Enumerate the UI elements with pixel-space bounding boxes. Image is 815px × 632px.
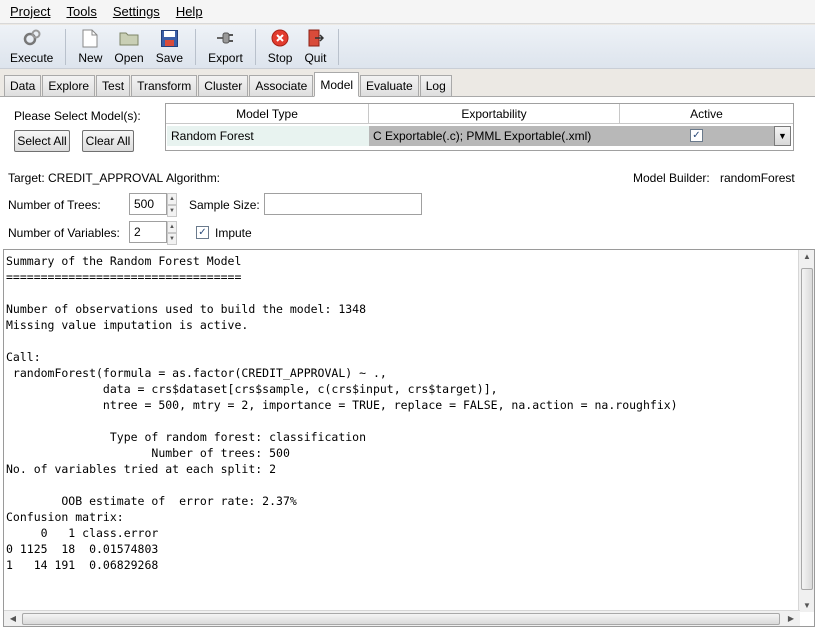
num-variables-stepper[interactable]: ▲ ▼ <box>167 221 177 245</box>
chevron-up-icon[interactable]: ▲ <box>167 221 177 233</box>
tab-model[interactable]: Model <box>314 72 360 97</box>
toolbar: Execute New Open Save Export Stop Quit <box>0 25 815 69</box>
chevron-down-icon[interactable]: ▼ <box>167 233 177 245</box>
menu-tools[interactable]: Tools <box>58 0 104 24</box>
impute-checkbox[interactable]: ✓ <box>196 226 209 239</box>
horizontal-scroll-thumb[interactable] <box>22 613 780 625</box>
tab-transform[interactable]: Transform <box>131 75 198 96</box>
open-button[interactable]: Open <box>108 25 149 67</box>
impute-label: Impute <box>215 226 252 240</box>
toolbar-separator <box>65 29 67 65</box>
quit-label: Quit <box>304 51 327 65</box>
sample-size-input[interactable] <box>264 193 422 215</box>
tab-associate[interactable]: Associate <box>249 75 314 96</box>
select-models-label: Please Select Model(s): <box>14 109 141 123</box>
vertical-scrollbar[interactable]: ▲ ▼ <box>798 250 814 612</box>
export-button[interactable]: Export <box>202 25 249 67</box>
exit-door-icon <box>305 28 325 48</box>
stop-button[interactable]: Stop <box>262 25 299 67</box>
scroll-left-icon[interactable]: ◀ <box>6 614 20 623</box>
num-trees-label: Number of Trees: <box>8 198 101 212</box>
tab-cluster[interactable]: Cluster <box>198 75 249 96</box>
header-active[interactable]: Active <box>620 104 793 123</box>
model-builder-label: Model Builder: <box>633 171 710 185</box>
cell-model-type[interactable]: Random Forest <box>167 126 369 146</box>
algorithm-label: Algorithm: <box>166 171 221 185</box>
menu-project[interactable]: Project <box>2 0 58 24</box>
new-file-icon <box>80 28 100 48</box>
horizontal-scrollbar[interactable]: ◀ ▶ <box>4 610 800 626</box>
scroll-right-icon[interactable]: ▶ <box>784 614 798 623</box>
target-label: Target: CREDIT_APPROVAL <box>8 171 164 185</box>
vertical-scroll-thumb[interactable] <box>801 268 813 590</box>
cell-exportability[interactable]: C Exportable(.c); PMML Exportable(.xml) <box>369 126 619 146</box>
header-model-type[interactable]: Model Type <box>166 104 369 123</box>
select-all-button[interactable]: Select All <box>14 130 70 152</box>
cell-active[interactable]: ✓ <box>619 126 774 146</box>
chevron-up-icon[interactable]: ▲ <box>167 193 177 205</box>
scroll-up-icon[interactable]: ▲ <box>800 252 814 261</box>
folder-icon <box>119 28 139 48</box>
model-panel: Please Select Model(s): Select All Clear… <box>0 97 815 632</box>
tab-explore[interactable]: Explore <box>42 75 96 96</box>
active-checkbox[interactable]: ✓ <box>690 129 703 142</box>
sample-size-label: Sample Size: <box>189 198 260 212</box>
new-label: New <box>78 51 103 65</box>
open-label: Open <box>114 51 144 65</box>
plug-icon <box>215 28 235 48</box>
menu-bar: Project Tools Settings Help <box>0 0 815 24</box>
menu-settings[interactable]: Settings <box>105 0 168 24</box>
model-builder-value: randomForest <box>720 171 795 185</box>
save-label: Save <box>155 51 184 65</box>
menu-help[interactable]: Help <box>168 0 211 24</box>
num-trees-stepper[interactable]: ▲ ▼ <box>167 193 177 217</box>
floppy-disk-icon <box>159 28 179 48</box>
num-variables-input[interactable]: 2 <box>129 221 167 243</box>
toolbar-separator <box>338 29 340 65</box>
header-exportability[interactable]: Exportability <box>369 104 620 123</box>
table-row[interactable]: Random Forest C Exportable(.c); PMML Exp… <box>166 126 793 146</box>
model-table: Model Type Exportability Active Random F… <box>165 103 794 151</box>
tab-log[interactable]: Log <box>419 75 452 96</box>
num-variables-label: Number of Variables: <box>8 226 120 240</box>
stop-label: Stop <box>267 51 293 65</box>
model-output-textview[interactable]: Summary of the Random Forest Model =====… <box>3 249 815 627</box>
quit-button[interactable]: Quit <box>298 25 332 67</box>
new-button[interactable]: New <box>72 25 108 67</box>
stop-icon <box>270 28 290 48</box>
dropdown-arrow-icon[interactable]: ▼ <box>774 126 791 146</box>
toolbar-separator <box>195 29 197 65</box>
tab-test[interactable]: Test <box>96 75 131 96</box>
tab-data[interactable]: Data <box>4 75 42 96</box>
tab-evaluate[interactable]: Evaluate <box>360 75 419 96</box>
toolbar-separator <box>254 29 256 65</box>
save-button[interactable]: Save <box>150 25 189 67</box>
execute-label: Execute <box>10 51 54 65</box>
execute-button[interactable]: Execute <box>4 25 59 67</box>
chevron-down-icon[interactable]: ▼ <box>167 205 177 217</box>
model-summary-text: Summary of the Random Forest Model =====… <box>6 254 678 572</box>
tab-bar: Data Explore Test Transform Cluster Asso… <box>0 72 815 97</box>
clear-all-button[interactable]: Clear All <box>82 130 134 152</box>
table-header: Model Type Exportability Active <box>166 104 793 124</box>
gears-icon <box>22 28 42 48</box>
num-trees-input[interactable]: 500 <box>129 193 167 215</box>
scroll-down-icon[interactable]: ▼ <box>800 601 814 610</box>
export-label: Export <box>208 51 243 65</box>
